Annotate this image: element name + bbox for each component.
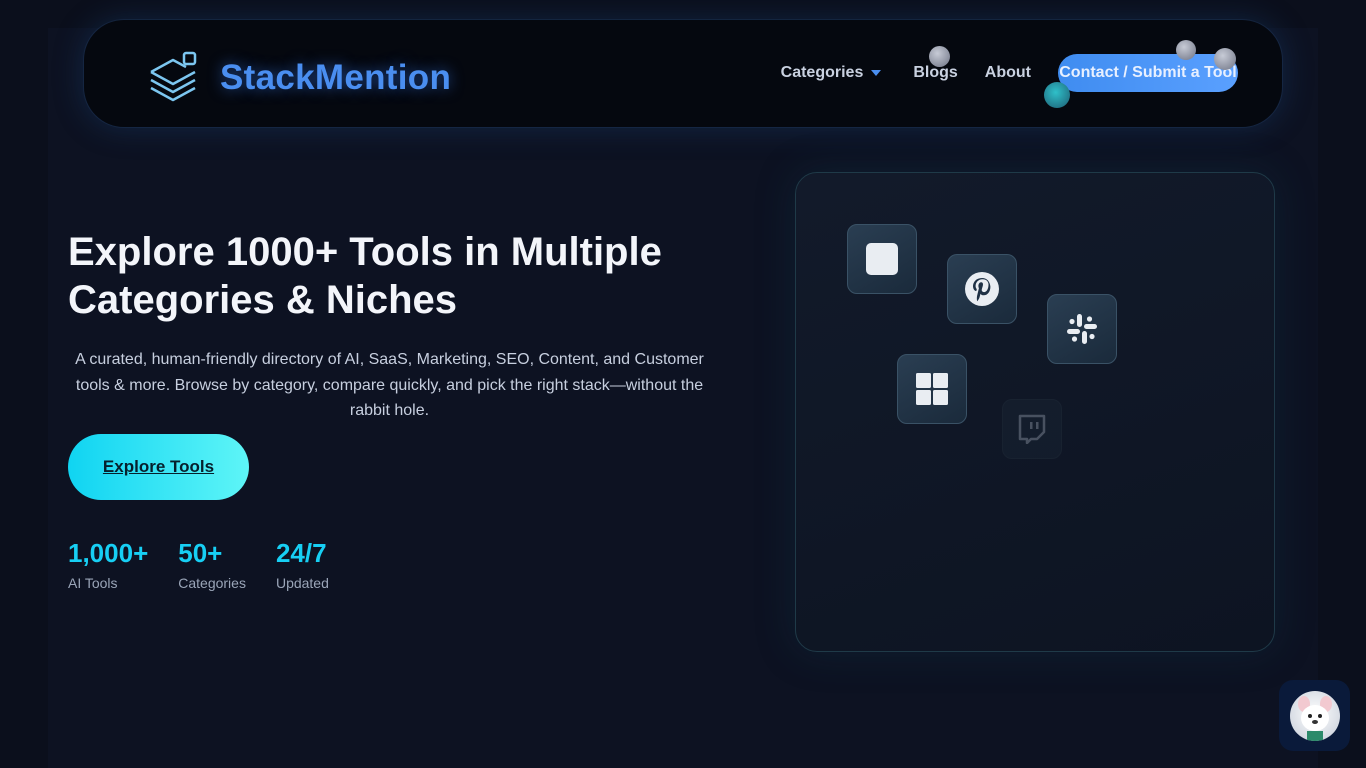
stat-value: 50+ (178, 538, 223, 568)
canva-logo-icon (1044, 82, 1070, 108)
tools-showcase-card (795, 172, 1275, 652)
brand-name: StackMention (220, 58, 452, 97)
stat-label: Categories (178, 575, 246, 591)
nav-blogs-link[interactable]: Blogs (913, 64, 957, 82)
twitch-tile[interactable] (1002, 399, 1062, 459)
pinterest-tile[interactable] (947, 254, 1017, 324)
hero-description: A curated, human-friendly directory of A… (75, 351, 704, 419)
hero-title: Explore 1000+ Tools in Multiple Categori… (68, 230, 662, 322)
app-tile[interactable] (847, 224, 917, 294)
nav-categories-dropdown[interactable]: Categories (781, 64, 882, 82)
brand-logo[interactable]: StackMention (148, 50, 451, 106)
pinterest-icon (965, 272, 999, 306)
contact-submit-button[interactable]: Contact / Submit a Tool (1058, 54, 1238, 92)
floating-avatar-icon (929, 46, 950, 67)
stat-item: 50+ Categories (178, 538, 246, 591)
windows-icon (916, 373, 948, 405)
slack-icon (1067, 314, 1097, 344)
floating-avatar-icon (1176, 40, 1196, 60)
nav-categories-label: Categories (780, 64, 864, 81)
windows-tile[interactable] (897, 354, 967, 424)
stat-value: 1,000+ (68, 538, 149, 568)
explore-tools-button[interactable]: Explore Tools (68, 434, 249, 500)
mascot-avatar-icon (1289, 690, 1340, 741)
stat-label: AI Tools (68, 575, 118, 591)
stat-value: 24/7 (275, 538, 327, 568)
twitch-icon (1018, 414, 1046, 444)
header-navbar: StackMention Categories Blogs About Cont… (84, 20, 1282, 127)
nav-about-link[interactable]: About (985, 64, 1031, 82)
stack-logo-icon (150, 51, 197, 102)
main-nav: Categories Blogs About Contact / Submit … (781, 54, 1238, 92)
slack-tile[interactable] (1047, 294, 1117, 364)
stat-item: 24/7 Updated (276, 538, 329, 591)
stat-label: Updated (275, 575, 329, 591)
chat-assistant-widget[interactable] (1279, 680, 1350, 751)
floating-avatar-icon (1214, 48, 1236, 70)
app-icon (866, 243, 898, 275)
stat-item: 1,000+ AI Tools (68, 538, 148, 591)
stats-row: 1,000+ AI Tools 50+ Categories 24/7 Upda… (68, 538, 359, 591)
chevron-down-icon (871, 70, 882, 76)
